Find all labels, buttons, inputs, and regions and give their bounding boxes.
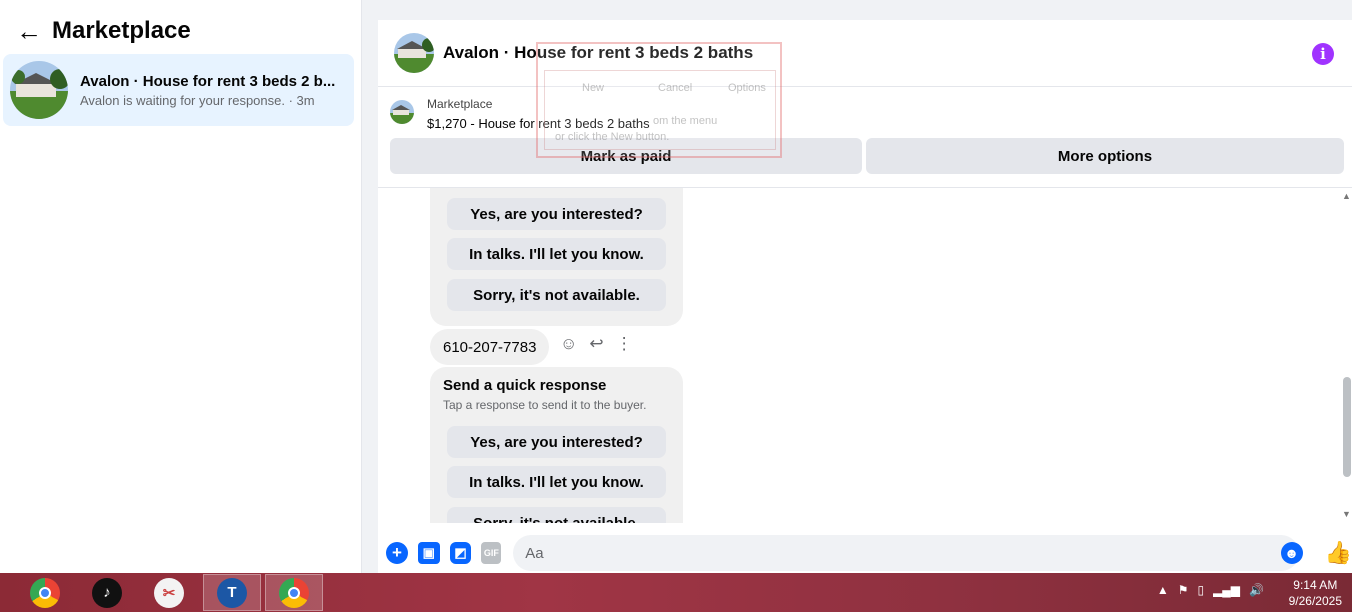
- listing-banner: Marketplace $1,270 - House for rent 3 be…: [378, 88, 1352, 186]
- sidebar-title: Marketplace: [52, 17, 191, 44]
- emoji-icon[interactable]: ☻: [1280, 542, 1303, 564]
- sidebar-header: ← Marketplace: [0, 0, 361, 62]
- t-app-icon[interactable]: T: [203, 574, 261, 611]
- more-options-button[interactable]: More options: [866, 138, 1344, 174]
- chrome-icon[interactable]: [16, 574, 74, 611]
- quick-response-button[interactable]: Sorry, it's not available.: [447, 507, 666, 523]
- quick-response-button[interactable]: In talks. I'll let you know.: [447, 238, 666, 270]
- message-actions: ☺ ↩ ⋮: [560, 334, 633, 354]
- more-icon[interactable]: ⋮: [616, 334, 633, 354]
- chrome-profile-icon[interactable]: [265, 574, 323, 611]
- info-icon[interactable]: i: [1312, 43, 1334, 65]
- tiktok-icon[interactable]: ♪: [78, 574, 136, 611]
- volume-icon[interactable]: 🔊: [1249, 583, 1264, 597]
- system-tray: ▲ ⚑ ▯ ▂▄▆ 🔊: [1157, 583, 1264, 597]
- reply-icon[interactable]: ↩: [589, 334, 603, 354]
- chat-title[interactable]: Avalon · House for rent 3 beds 2 baths: [443, 43, 753, 63]
- clock-date: 9/26/2025: [1288, 594, 1342, 608]
- quick-response-subtitle: Tap a response to send it to the buyer.: [443, 398, 647, 412]
- scroll-up-icon[interactable]: ▲: [1342, 191, 1351, 201]
- battery-icon[interactable]: ▯: [1197, 583, 1204, 597]
- phone-message[interactable]: 610-207-7783: [430, 329, 550, 365]
- conversation-sidebar: ← Marketplace Avalon · House for rent 3 …: [0, 0, 362, 573]
- tray-expand-icon[interactable]: ▲: [1157, 583, 1169, 597]
- house-avatar: [10, 61, 68, 119]
- message-input[interactable]: Aa ☻: [513, 535, 1303, 571]
- quick-response-title: Send a quick response: [443, 377, 607, 394]
- chat-avatar[interactable]: [394, 33, 434, 73]
- scrollbar[interactable]: ▲ ▼: [1340, 187, 1352, 523]
- message-area: Yes, are you interested? In talks. I'll …: [378, 187, 1352, 523]
- mark-as-paid-button[interactable]: Mark as paid: [390, 138, 862, 174]
- scroll-thumb[interactable]: [1343, 377, 1351, 477]
- back-arrow-icon[interactable]: ←: [16, 16, 44, 47]
- listing-thumbnail[interactable]: [390, 100, 414, 124]
- clock-time: 9:14 AM: [1293, 578, 1338, 592]
- action-center-flag-icon[interactable]: ⚑: [1178, 583, 1189, 597]
- composer: + ▣ ◩ GIF Aa ☻ 👍: [378, 533, 1352, 573]
- sticker-icon[interactable]: ◩: [449, 542, 472, 564]
- listing-category: Marketplace: [427, 97, 493, 111]
- scroll-down-icon[interactable]: ▼: [1342, 509, 1351, 519]
- conversation-item[interactable]: Avalon · House for rent 3 beds 2 b... Av…: [3, 54, 354, 126]
- listing-name[interactable]: $1,270 - House for rent 3 beds 2 baths: [427, 116, 650, 131]
- plus-icon[interactable]: +: [386, 542, 408, 564]
- wifi-signal-icon[interactable]: ▂▄▆: [1213, 583, 1240, 597]
- taskbar: ♪ ✂ T ▲ ⚑ ▯ ▂▄▆ 🔊 9:14 AM 9/26/2025: [0, 573, 1352, 612]
- quick-response-group: Yes, are you interested? In talks. I'll …: [430, 188, 683, 326]
- quick-response-button[interactable]: In talks. I'll let you know.: [447, 466, 666, 498]
- quick-response-group: Send a quick response Tap a response to …: [430, 367, 683, 523]
- system-clock[interactable]: 9:14 AM 9/26/2025: [1289, 577, 1342, 609]
- conversation-subtitle: Avalon is waiting for your response. · 3…: [80, 92, 315, 108]
- top-strip: [362, 0, 1352, 20]
- gif-icon[interactable]: GIF: [481, 542, 502, 564]
- snipping-tool-icon[interactable]: ✂: [140, 574, 198, 611]
- chat-panel: Avalon · House for rent 3 beds 2 baths i…: [378, 20, 1352, 573]
- conversation-title: Avalon · House for rent 3 beds 2 b...: [80, 72, 336, 90]
- photo-icon[interactable]: ▣: [417, 542, 440, 564]
- quick-response-button[interactable]: Yes, are you interested?: [447, 426, 666, 458]
- thumbs-up-icon[interactable]: 👍: [1325, 540, 1352, 566]
- message-placeholder: Aa: [525, 544, 544, 562]
- react-icon[interactable]: ☺: [560, 334, 577, 354]
- chat-header: Avalon · House for rent 3 beds 2 baths i: [378, 20, 1352, 87]
- quick-response-button[interactable]: Yes, are you interested?: [447, 198, 666, 230]
- quick-response-button[interactable]: Sorry, it's not available.: [447, 279, 666, 311]
